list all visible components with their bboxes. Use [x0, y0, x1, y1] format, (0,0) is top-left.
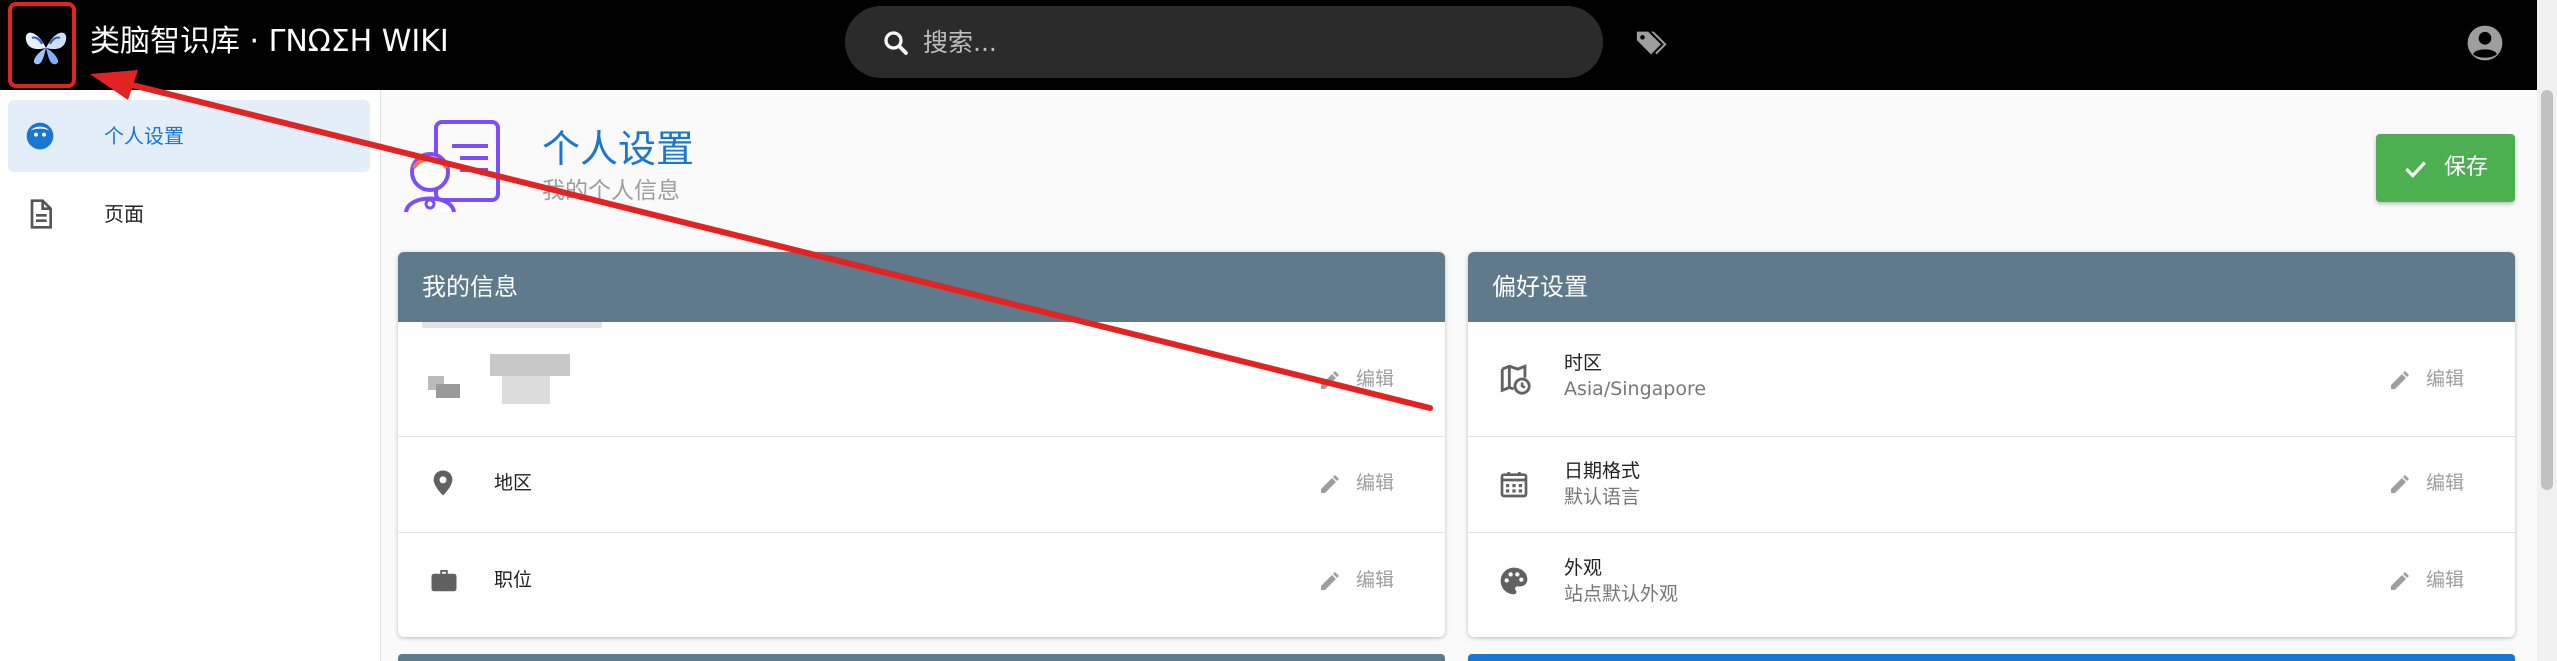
row-value: Asia/Singapore [1564, 378, 1707, 400]
app-title[interactable]: 类脑智识库 · ΓΝΩΣΗ WIKI [90, 22, 449, 62]
row-label: 外观 [1564, 557, 1603, 579]
info-row-job: 职位 编辑 [398, 533, 1445, 629]
row-label: 日期格式 [1564, 460, 1641, 482]
page-scrollbar[interactable] [2537, 0, 2557, 661]
sidebar: 个人设置 页面 [0, 90, 381, 661]
card-header: 我的信息 [398, 252, 1445, 322]
my-info-card: 我的信息 编辑 地区 编辑 职位 编辑 [398, 252, 1445, 637]
pref-row-date-format: 日期格式 默认语言 编辑 [1468, 436, 2515, 533]
profile-illustration-icon [404, 120, 500, 213]
pencil-icon [2391, 371, 2409, 389]
edit-label: 编辑 [2426, 472, 2465, 494]
edit-label: 编辑 [2426, 569, 2465, 591]
search-icon [884, 31, 908, 55]
info-row-name: 编辑 [398, 322, 1445, 437]
palette-icon [1500, 567, 1528, 595]
pencil-icon [1321, 475, 1339, 493]
document-icon [30, 199, 52, 229]
top-app-bar: 类脑智识库 · ΓΝΩΣΗ WIKI 搜索... [0, 0, 2557, 90]
sidebar-item-label: 个人设置 [104, 124, 184, 148]
location-pin-icon [433, 470, 453, 496]
sidebar-item-profile[interactable]: 个人设置 [8, 100, 370, 172]
pencil-icon [1321, 371, 1339, 389]
search-input[interactable]: 搜索... [923, 28, 997, 58]
account-icon[interactable] [2466, 24, 2504, 62]
card-title: 偏好设置 [1492, 273, 1588, 301]
row-value: 站点默认外观 [1564, 583, 1679, 605]
row-label: 地区 [494, 472, 533, 494]
briefcase-icon [431, 570, 457, 592]
search-bar[interactable]: 搜索... [845, 6, 1603, 78]
row-label: 职位 [494, 569, 533, 591]
calendar-icon [1500, 472, 1528, 498]
row-value: 默认语言 [1564, 486, 1641, 508]
edit-label: 编辑 [1356, 472, 1395, 494]
edit-label: 编辑 [1356, 368, 1395, 390]
pref-row-appearance: 外观 站点默认外观 编辑 [1468, 533, 2515, 629]
save-button-label: 保存 [2444, 155, 2489, 180]
next-card-right-edge [1468, 654, 2515, 661]
profile-icon [26, 122, 54, 150]
edit-label: 编辑 [2426, 368, 2465, 390]
row-label: 时区 [1564, 352, 1603, 374]
redacted-text [422, 322, 602, 328]
edit-label: 编辑 [1356, 569, 1395, 591]
pencil-icon [2391, 572, 2409, 590]
page-title: 个人设置 [542, 127, 695, 171]
tags-icon[interactable] [1634, 26, 1668, 60]
redacted-avatar [436, 384, 460, 398]
sidebar-item-label: 页面 [104, 202, 144, 226]
scrollbar-thumb[interactable] [2541, 90, 2553, 490]
pencil-icon [1321, 572, 1339, 590]
pencil-icon [2391, 475, 2409, 493]
page-subtitle: 我的个人信息 [542, 178, 680, 204]
logo-highlight-box[interactable] [8, 2, 76, 88]
check-icon [2405, 161, 2426, 178]
pref-row-timezone: 时区 Asia/Singapore 编辑 [1468, 322, 2515, 437]
preferences-card: 偏好设置 时区 Asia/Singapore 编辑 日期格式 默认语言 编辑 外… [1468, 252, 2515, 637]
card-header: 偏好设置 [1468, 252, 2515, 322]
redacted-name [502, 376, 550, 404]
butterfly-logo-icon [25, 32, 67, 65]
timezone-map-icon [1500, 364, 1531, 395]
info-row-location: 地区 编辑 [398, 436, 1445, 533]
next-card-left-edge [398, 654, 1445, 661]
sidebar-item-pages[interactable]: 页面 [8, 178, 370, 250]
save-button[interactable]: 保存 [2376, 134, 2515, 202]
card-title: 我的信息 [422, 273, 518, 301]
redacted-name [490, 354, 570, 376]
